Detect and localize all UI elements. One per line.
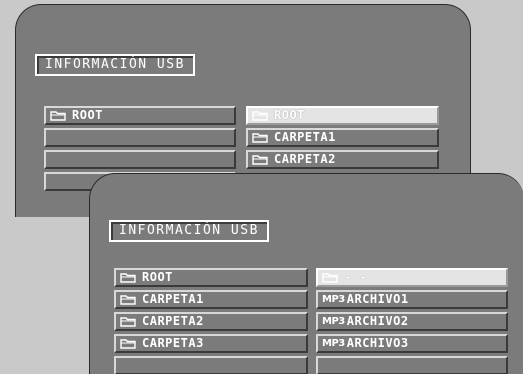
list-item[interactable]: ROOT bbox=[44, 106, 236, 125]
list-item[interactable]: MP3 ARCHIVO1 bbox=[316, 290, 508, 309]
folder-icon bbox=[252, 111, 268, 121]
right-folder-list: ROOT CARPETA1 CARPETA2 bbox=[246, 106, 439, 169]
list-item[interactable] bbox=[316, 356, 508, 374]
list-item[interactable] bbox=[44, 128, 236, 147]
screen-title: INFORMACIÓN USB bbox=[35, 54, 195, 76]
list-item[interactable] bbox=[44, 150, 236, 169]
left-folder-list: ROOT CARPETA1 CARPETA2 CARPETA3 bbox=[114, 268, 308, 374]
list-item[interactable]: ROOT bbox=[114, 268, 308, 287]
usb-info-screen-front: INFORMACIÓN USB ROOT CARPETA1 CARPETA2 C… bbox=[89, 173, 523, 374]
folder-icon bbox=[50, 111, 66, 121]
mp3-badge: MP3 bbox=[322, 338, 345, 349]
right-file-list: - - MP3 ARCHIVO1 MP3 ARCHIVO2 MP3 ARCHIV… bbox=[316, 268, 508, 374]
list-item[interactable]: CARPETA3 bbox=[114, 334, 308, 353]
screen-title: INFORMACIÓN USB bbox=[109, 220, 269, 242]
list-item-selected[interactable]: ROOT bbox=[246, 106, 439, 125]
folder-icon bbox=[252, 155, 268, 165]
folder-icon bbox=[120, 273, 136, 283]
mp3-badge: MP3 bbox=[322, 316, 345, 327]
list-item[interactable]: MP3 ARCHIVO3 bbox=[316, 334, 508, 353]
folder-icon bbox=[322, 273, 338, 283]
list-item[interactable]: CARPETA1 bbox=[246, 128, 439, 147]
folder-icon bbox=[120, 339, 136, 349]
list-item[interactable]: CARPETA2 bbox=[246, 150, 439, 169]
list-item[interactable]: CARPETA2 bbox=[114, 312, 308, 331]
folder-icon bbox=[120, 295, 136, 305]
list-item[interactable] bbox=[114, 356, 308, 374]
list-item[interactable]: MP3 ARCHIVO2 bbox=[316, 312, 508, 331]
folder-icon bbox=[252, 133, 268, 143]
list-item[interactable]: CARPETA1 bbox=[114, 290, 308, 309]
mp3-badge: MP3 bbox=[322, 294, 345, 305]
list-item-selected[interactable]: - - bbox=[316, 268, 508, 287]
folder-icon bbox=[120, 317, 136, 327]
